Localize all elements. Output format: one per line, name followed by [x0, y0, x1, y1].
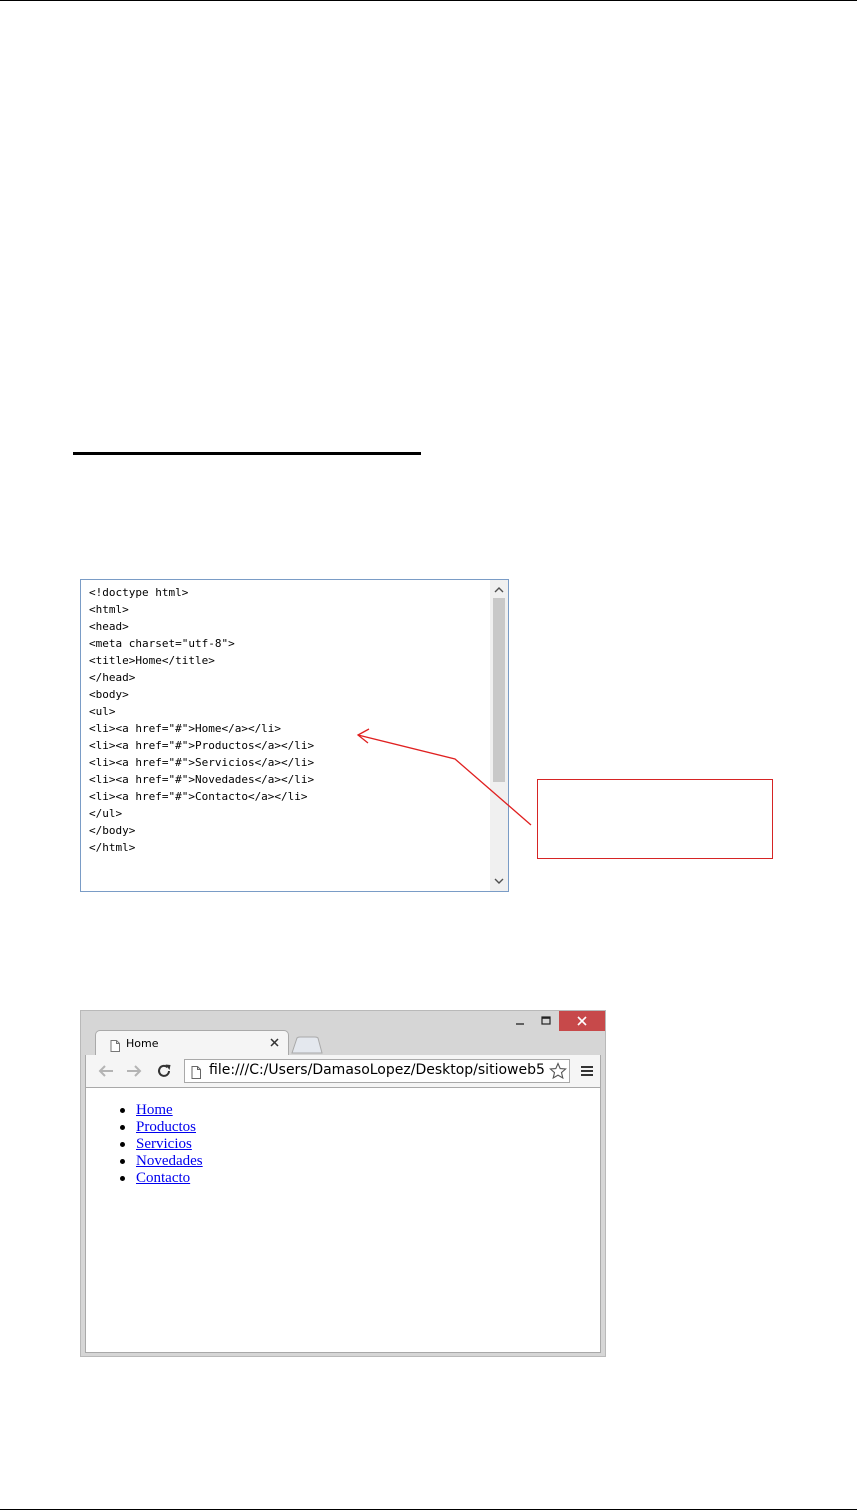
tab-title: Home: [126, 1037, 159, 1050]
reload-icon[interactable]: [154, 1061, 174, 1081]
bullet: [120, 1176, 125, 1181]
page-top-rule: [0, 0, 857, 1]
editor-scrollbar[interactable]: [490, 580, 508, 891]
bullet: [120, 1108, 125, 1113]
list-item: Productos: [118, 1119, 203, 1136]
annotation-box: [537, 779, 773, 859]
address-url: file:///C:/Users/DamasoLopez/Desktop/sit…: [209, 1062, 545, 1078]
heading-underline: [73, 452, 421, 455]
code-line: </html>: [89, 841, 136, 854]
bullet: [120, 1159, 125, 1164]
page-icon: [191, 1064, 201, 1082]
address-bar[interactable]: file:///C:/Users/DamasoLopez/Desktop/sit…: [184, 1059, 570, 1083]
code-line: <li><a href="#">Home</a></li>: [89, 722, 282, 735]
link-productos[interactable]: Productos: [136, 1119, 196, 1135]
code-line: <li><a href="#">Productos</a></li>: [89, 739, 315, 752]
list-item: Novedades: [118, 1153, 203, 1170]
bullet: [120, 1125, 125, 1130]
code-line: <html>: [89, 603, 129, 616]
window-controls: [507, 1011, 605, 1031]
page-viewport: Home Productos Servicios Novedades Conta…: [85, 1087, 601, 1353]
code-line: <li><a href="#">Novedades</a></li>: [89, 773, 315, 786]
list-item: Home: [118, 1102, 203, 1119]
code-line: </head>: [89, 671, 136, 684]
browser-toolbar: file:///C:/Users/DamasoLopez/Desktop/sit…: [85, 1055, 601, 1087]
browser-window: Home file:///C:/Users/DamasoLopez/Deskto…: [80, 1010, 606, 1357]
code-editor[interactable]: <!doctype html> <html> <head> <meta char…: [80, 579, 509, 892]
bullet: [120, 1142, 125, 1147]
forward-arrow-icon[interactable]: [124, 1061, 144, 1081]
window-close-icon[interactable]: [559, 1011, 605, 1031]
code-line: <li><a href="#">Servicios</a></li>: [89, 756, 315, 769]
close-icon[interactable]: [268, 1036, 280, 1048]
code-line: <title>Home</title>: [89, 654, 215, 667]
code-line: <head>: [89, 620, 129, 633]
link-novedades[interactable]: Novedades: [136, 1153, 203, 1169]
link-contacto[interactable]: Contacto: [136, 1170, 190, 1186]
scroll-up-icon[interactable]: [490, 582, 508, 598]
back-arrow-icon[interactable]: [96, 1061, 116, 1081]
maximize-icon[interactable]: [533, 1011, 559, 1031]
code-line: <!doctype html>: [89, 586, 189, 599]
code-line: </body>: [89, 824, 136, 837]
code-line: <body>: [89, 688, 129, 701]
list-item: Contacto: [118, 1170, 203, 1187]
document-icon: [110, 1037, 120, 1056]
code-line: <meta charset="utf-8">: [89, 637, 235, 650]
tab-home[interactable]: Home: [95, 1030, 289, 1056]
nav-list: Home Productos Servicios Novedades Conta…: [118, 1102, 203, 1187]
code-line: <ul>: [89, 705, 116, 718]
code-line: <li><a href="#">Contacto</a></li>: [89, 790, 308, 803]
list-item: Servicios: [118, 1136, 203, 1153]
new-tab-button[interactable]: [291, 1036, 323, 1054]
scroll-down-icon[interactable]: [490, 873, 508, 889]
scroll-thumb[interactable]: [493, 598, 505, 782]
minimize-icon[interactable]: [507, 1011, 533, 1031]
menu-icon[interactable]: [578, 1061, 596, 1081]
code-lines: <!doctype html> <html> <head> <meta char…: [89, 584, 314, 856]
link-home[interactable]: Home: [136, 1102, 173, 1118]
code-line: </ul>: [89, 807, 123, 820]
link-servicios[interactable]: Servicios: [136, 1136, 192, 1152]
star-icon[interactable]: [547, 1060, 569, 1082]
page-bottom-rule: [0, 1509, 857, 1510]
